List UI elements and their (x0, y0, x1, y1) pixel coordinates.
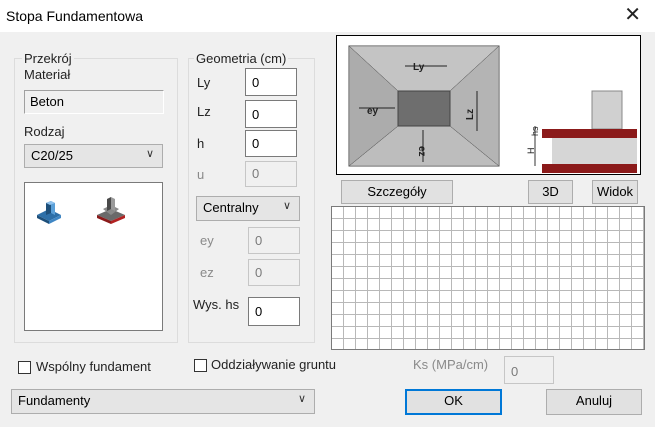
h-label: h (197, 136, 205, 151)
material-field: Beton (24, 90, 164, 114)
footing-type-stepped-icon[interactable] (97, 197, 125, 224)
shared-foundation-checkbox[interactable] (18, 361, 31, 374)
close-icon[interactable]: ✕ (624, 3, 641, 27)
footing-upper-slab (542, 129, 637, 138)
ly-label: Ly (197, 75, 211, 90)
section-group-title: Przekrój (22, 51, 74, 66)
footing-type-icons (37, 197, 125, 224)
footing-drawing: Ly Lz ey ez hs H (348, 45, 637, 173)
ks-input: 0 (504, 356, 554, 384)
section-type-list[interactable] (24, 182, 163, 331)
concrete-class-select[interactable]: C20/25 ∨ (24, 144, 163, 168)
ly-input[interactable]: 0 (245, 68, 297, 96)
ey-dim-text: ey (367, 106, 379, 117)
position-value: Centralny (203, 200, 259, 215)
category-select[interactable]: Fundamenty ∨ (11, 389, 315, 414)
chevron-down-icon: ∨ (282, 200, 291, 212)
column-section (591, 90, 623, 130)
hs-dim-text: hs (530, 126, 540, 136)
shared-foundation-label: Wspólny fundament (36, 359, 151, 374)
lz-input[interactable]: 0 (245, 100, 297, 128)
h-input[interactable]: 0 (245, 130, 297, 157)
soil-interaction-label: Oddziaływanie gruntu (211, 357, 337, 372)
soil-interaction-checkbox[interactable] (194, 359, 207, 372)
ok-button[interactable]: OK (405, 389, 502, 415)
u-input: 0 (245, 161, 297, 187)
footing-lower-slab (542, 164, 637, 173)
chevron-down-icon: ∨ (297, 393, 306, 405)
material-label: Materiał (24, 67, 71, 82)
hs-input[interactable]: 0 (248, 297, 300, 326)
position-select[interactable]: Centralny ∨ (196, 196, 300, 221)
ez-label: ez (200, 265, 214, 280)
ly-dim-text: Ly (413, 62, 425, 73)
ey-input: 0 (248, 227, 300, 254)
column-plan (397, 90, 451, 127)
concrete-class-value: C20/25 (31, 148, 73, 163)
h-dim-text: H (526, 148, 536, 155)
view-button[interactable]: Widok (592, 180, 638, 204)
details-button[interactable]: Szczegóły (341, 180, 453, 204)
ez-input: 0 (248, 259, 300, 286)
cancel-button[interactable]: Anuluj (546, 389, 642, 415)
window-title: Stopa Fundamentowa (6, 8, 143, 24)
rodzaj-label: Rodzaj (24, 124, 65, 139)
category-value: Fundamenty (18, 393, 91, 408)
lz-label: Lz (197, 104, 211, 119)
lz-dim-text: Lz (465, 109, 476, 120)
u-label: u (197, 167, 205, 182)
hs-label: Wys. hs (193, 297, 240, 312)
footing-preview: Ly Lz ey ez hs H (336, 35, 641, 175)
3d-view-button[interactable]: 3D (528, 180, 573, 204)
footing-type-simple-icon[interactable] (37, 201, 61, 224)
chevron-down-icon: ∨ (145, 148, 154, 160)
ey-label: ey (200, 233, 214, 248)
footing-section-body (552, 138, 637, 166)
ez-dim-text: ez (416, 146, 427, 157)
geometry-group-title: Geometria (cm) (194, 51, 289, 66)
results-grid[interactable] (331, 206, 645, 350)
ks-label: Ks (MPa/cm) (413, 357, 489, 372)
